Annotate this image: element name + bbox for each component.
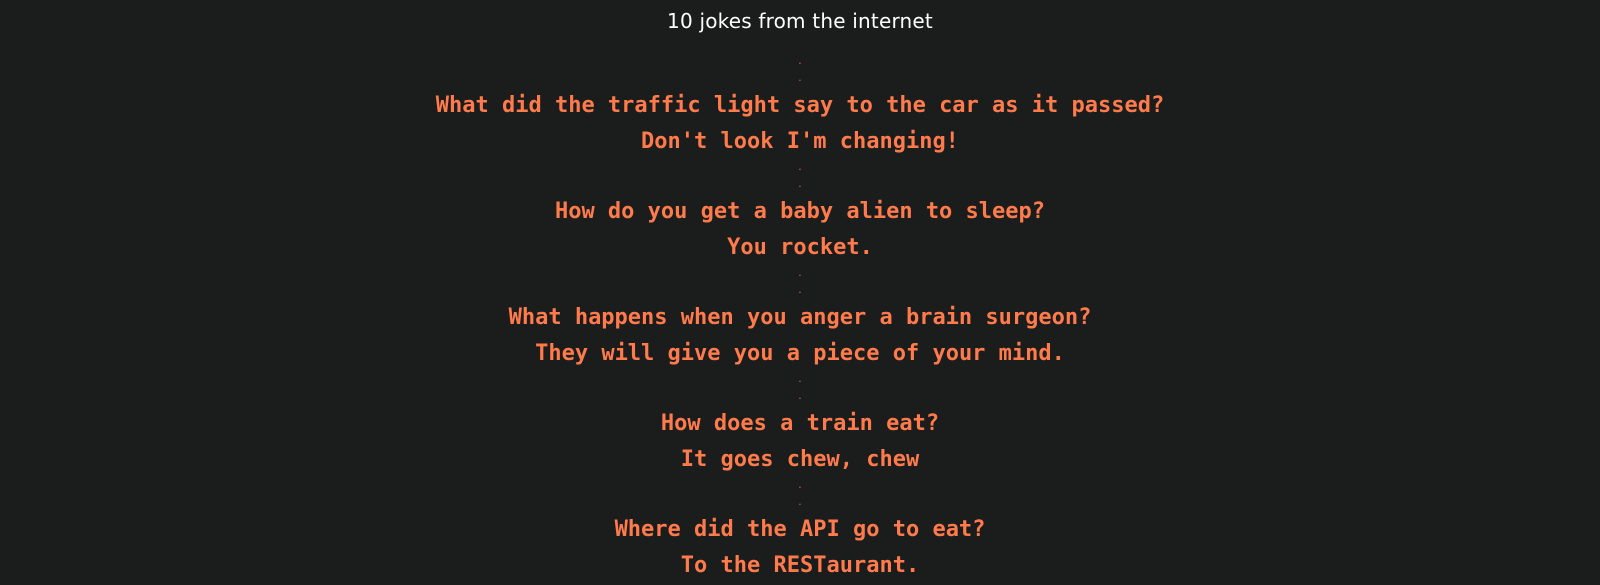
joke-answer: To the RESTaurant. — [680, 553, 920, 578]
joke-item: . . What happens when you anger a brain … — [0, 266, 1600, 372]
joke-answer: They will give you a piece of your mind. — [535, 341, 1065, 366]
separator-dot: . — [797, 481, 803, 491]
joke-item: . . What did the traffic light say to th… — [0, 54, 1600, 160]
separator-dot: . — [797, 74, 803, 84]
joke-question: How do you get a baby alien to sleep? — [554, 199, 1046, 224]
separator-dot: . — [797, 375, 803, 385]
joke-question: How does a train eat? — [660, 411, 940, 436]
separator-dot: . — [797, 269, 803, 279]
separator-dot: . — [797, 57, 803, 67]
page-title: 10 jokes from the internet — [667, 9, 933, 33]
separator-dot: . — [797, 180, 803, 190]
joke-answer: It goes chew, chew — [680, 447, 920, 472]
separator-dot: . — [797, 498, 803, 508]
separator-dot: . — [797, 163, 803, 173]
joke-item: . . How do you get a baby alien to sleep… — [0, 160, 1600, 266]
joke-list: . . What did the traffic light say to th… — [0, 54, 1600, 584]
joke-item: . . Where did the API go to eat? To the … — [0, 478, 1600, 584]
joke-answer: You rocket. — [727, 235, 873, 260]
joke-question: Where did the API go to eat? — [614, 517, 986, 542]
joke-answer: Don't look I'm changing! — [641, 129, 959, 154]
separator-dot: . — [797, 392, 803, 402]
joke-question: What did the traffic light say to the ca… — [435, 93, 1165, 118]
joke-item: . . How does a train eat? It goes chew, … — [0, 372, 1600, 478]
separator-dot: . — [797, 286, 803, 296]
joke-question: What happens when you anger a brain surg… — [508, 305, 1092, 330]
